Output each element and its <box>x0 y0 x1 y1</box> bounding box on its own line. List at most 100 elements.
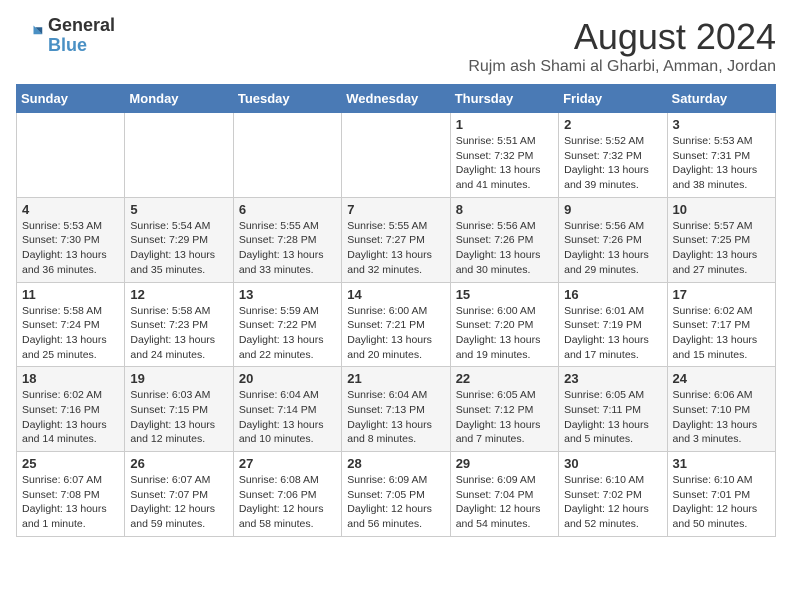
day-cell <box>17 113 125 198</box>
day-cell: 29 Sunrise: 6:09 AM Sunset: 7:04 PM Dayli… <box>450 452 558 537</box>
day-cell: 26 Sunrise: 6:07 AM Sunset: 7:07 PM Dayli… <box>125 452 233 537</box>
day-number: 31 <box>673 456 770 471</box>
day-cell: 22 Sunrise: 6:05 AM Sunset: 7:12 PM Dayli… <box>450 367 558 452</box>
day-number: 6 <box>239 202 336 217</box>
day-info: Sunrise: 5:56 AM Sunset: 7:26 PM Dayligh… <box>456 219 553 278</box>
day-number: 16 <box>564 287 661 302</box>
day-cell: 10 Sunrise: 5:57 AM Sunset: 7:25 PM Dayli… <box>667 197 775 282</box>
day-number: 21 <box>347 371 444 386</box>
day-info: Sunrise: 6:09 AM Sunset: 7:04 PM Dayligh… <box>456 473 553 532</box>
logo-general-text: General <box>48 16 115 36</box>
day-header-tuesday: Tuesday <box>233 85 341 113</box>
week-row-3: 11Sunrise: 5:58 AM Sunset: 7:24 PM Dayli… <box>17 282 776 367</box>
day-cell: 1 Sunrise: 5:51 AM Sunset: 7:32 PM Daylig… <box>450 113 558 198</box>
day-info: Sunrise: 5:58 AM Sunset: 7:23 PM Dayligh… <box>130 304 227 363</box>
day-info: Sunrise: 6:02 AM Sunset: 7:17 PM Dayligh… <box>673 304 770 363</box>
day-cell: 8 Sunrise: 5:56 AM Sunset: 7:26 PM Daylig… <box>450 197 558 282</box>
day-cell <box>233 113 341 198</box>
week-row-1: 1 Sunrise: 5:51 AM Sunset: 7:32 PM Daylig… <box>17 113 776 198</box>
day-cell: 16 Sunrise: 6:01 AM Sunset: 7:19 PM Dayli… <box>559 282 667 367</box>
day-number: 28 <box>347 456 444 471</box>
day-cell: 18 Sunrise: 6:02 AM Sunset: 7:16 PM Dayli… <box>17 367 125 452</box>
day-info: Sunrise: 6:09 AM Sunset: 7:05 PM Dayligh… <box>347 473 444 532</box>
calendar-table: SundayMondayTuesdayWednesdayThursdayFrid… <box>16 84 776 537</box>
day-info: Sunrise: 6:08 AM Sunset: 7:06 PM Dayligh… <box>239 473 336 532</box>
day-number: 8 <box>456 202 553 217</box>
week-row-4: 18 Sunrise: 6:02 AM Sunset: 7:16 PM Dayli… <box>17 367 776 452</box>
day-cell: 27 Sunrise: 6:08 AM Sunset: 7:06 PM Dayli… <box>233 452 341 537</box>
calendar-body: 1 Sunrise: 5:51 AM Sunset: 7:32 PM Daylig… <box>17 113 776 537</box>
location: Rujm ash Shami al Gharbi, Amman, Jordan <box>468 58 776 76</box>
day-info: Sunrise: 6:04 AM Sunset: 7:14 PM Dayligh… <box>239 388 336 447</box>
day-info: Sunrise: 5:51 AM Sunset: 7:32 PM Dayligh… <box>456 134 553 193</box>
day-number: 2 <box>564 117 661 132</box>
day-cell: 21 Sunrise: 6:04 AM Sunset: 7:13 PM Dayli… <box>342 367 450 452</box>
day-number: 20 <box>239 371 336 386</box>
day-info: Sunrise: 5:59 AM Sunset: 7:22 PM Dayligh… <box>239 304 336 363</box>
day-number: 7 <box>347 202 444 217</box>
day-cell: 12 Sunrise: 5:58 AM Sunset: 7:23 PM Dayli… <box>125 282 233 367</box>
day-number: 12 <box>130 287 227 302</box>
day-cell: 15Sunrise: 6:00 AM Sunset: 7:20 PM Dayli… <box>450 282 558 367</box>
day-info: Sunrise: 6:00 AM Sunset: 7:21 PM Dayligh… <box>347 304 444 363</box>
day-header-wednesday: Wednesday <box>342 85 450 113</box>
day-info: Sunrise: 6:05 AM Sunset: 7:12 PM Dayligh… <box>456 388 553 447</box>
day-number: 3 <box>673 117 770 132</box>
day-number: 25 <box>22 456 119 471</box>
day-number: 4 <box>22 202 119 217</box>
day-header-friday: Friday <box>559 85 667 113</box>
day-cell: 30Sunrise: 6:10 AM Sunset: 7:02 PM Dayli… <box>559 452 667 537</box>
day-number: 15 <box>456 287 553 302</box>
day-cell: 20 Sunrise: 6:04 AM Sunset: 7:14 PM Dayli… <box>233 367 341 452</box>
day-info: Sunrise: 5:53 AM Sunset: 7:30 PM Dayligh… <box>22 219 119 278</box>
day-cell: 11Sunrise: 5:58 AM Sunset: 7:24 PM Dayli… <box>17 282 125 367</box>
day-cell: 6Sunrise: 5:55 AM Sunset: 7:28 PM Daylig… <box>233 197 341 282</box>
day-cell: 28 Sunrise: 6:09 AM Sunset: 7:05 PM Dayli… <box>342 452 450 537</box>
day-cell: 7 Sunrise: 5:55 AM Sunset: 7:27 PM Daylig… <box>342 197 450 282</box>
day-number: 17 <box>673 287 770 302</box>
day-info: Sunrise: 6:03 AM Sunset: 7:15 PM Dayligh… <box>130 388 227 447</box>
day-cell: 2 Sunrise: 5:52 AM Sunset: 7:32 PM Daylig… <box>559 113 667 198</box>
day-cell: 17 Sunrise: 6:02 AM Sunset: 7:17 PM Dayli… <box>667 282 775 367</box>
title-block: August 2024 Rujm ash Shami al Gharbi, Am… <box>468 16 776 76</box>
day-header-sunday: Sunday <box>17 85 125 113</box>
day-number: 13 <box>239 287 336 302</box>
logo-blue-text: Blue <box>48 36 115 56</box>
day-info: Sunrise: 6:02 AM Sunset: 7:16 PM Dayligh… <box>22 388 119 447</box>
day-info: Sunrise: 6:07 AM Sunset: 7:07 PM Dayligh… <box>130 473 227 532</box>
day-info: Sunrise: 5:57 AM Sunset: 7:25 PM Dayligh… <box>673 219 770 278</box>
day-cell: 25 Sunrise: 6:07 AM Sunset: 7:08 PM Dayli… <box>17 452 125 537</box>
day-cell <box>342 113 450 198</box>
day-number: 10 <box>673 202 770 217</box>
day-number: 11 <box>22 287 119 302</box>
day-number: 23 <box>564 371 661 386</box>
day-number: 9 <box>564 202 661 217</box>
day-number: 24 <box>673 371 770 386</box>
day-info: Sunrise: 6:04 AM Sunset: 7:13 PM Dayligh… <box>347 388 444 447</box>
day-info: Sunrise: 6:10 AM Sunset: 7:01 PM Dayligh… <box>673 473 770 532</box>
day-number: 5 <box>130 202 227 217</box>
day-info: Sunrise: 6:07 AM Sunset: 7:08 PM Dayligh… <box>22 473 119 532</box>
day-number: 22 <box>456 371 553 386</box>
day-info: Sunrise: 5:54 AM Sunset: 7:29 PM Dayligh… <box>130 219 227 278</box>
day-info: Sunrise: 5:52 AM Sunset: 7:32 PM Dayligh… <box>564 134 661 193</box>
day-number: 18 <box>22 371 119 386</box>
calendar-header: SundayMondayTuesdayWednesdayThursdayFrid… <box>17 85 776 113</box>
day-info: Sunrise: 5:56 AM Sunset: 7:26 PM Dayligh… <box>564 219 661 278</box>
day-cell: 19Sunrise: 6:03 AM Sunset: 7:15 PM Dayli… <box>125 367 233 452</box>
day-cell: 23Sunrise: 6:05 AM Sunset: 7:11 PM Dayli… <box>559 367 667 452</box>
day-number: 26 <box>130 456 227 471</box>
day-number: 27 <box>239 456 336 471</box>
day-info: Sunrise: 5:55 AM Sunset: 7:27 PM Dayligh… <box>347 219 444 278</box>
day-info: Sunrise: 6:06 AM Sunset: 7:10 PM Dayligh… <box>673 388 770 447</box>
day-number: 14 <box>347 287 444 302</box>
day-number: 1 <box>456 117 553 132</box>
page-header: General Blue August 2024 Rujm ash Shami … <box>16 16 776 76</box>
day-number: 29 <box>456 456 553 471</box>
month-title: August 2024 <box>468 16 776 58</box>
day-cell: 3Sunrise: 5:53 AM Sunset: 7:31 PM Daylig… <box>667 113 775 198</box>
day-cell <box>125 113 233 198</box>
day-info: Sunrise: 6:01 AM Sunset: 7:19 PM Dayligh… <box>564 304 661 363</box>
day-number: 30 <box>564 456 661 471</box>
day-cell: 24 Sunrise: 6:06 AM Sunset: 7:10 PM Dayli… <box>667 367 775 452</box>
